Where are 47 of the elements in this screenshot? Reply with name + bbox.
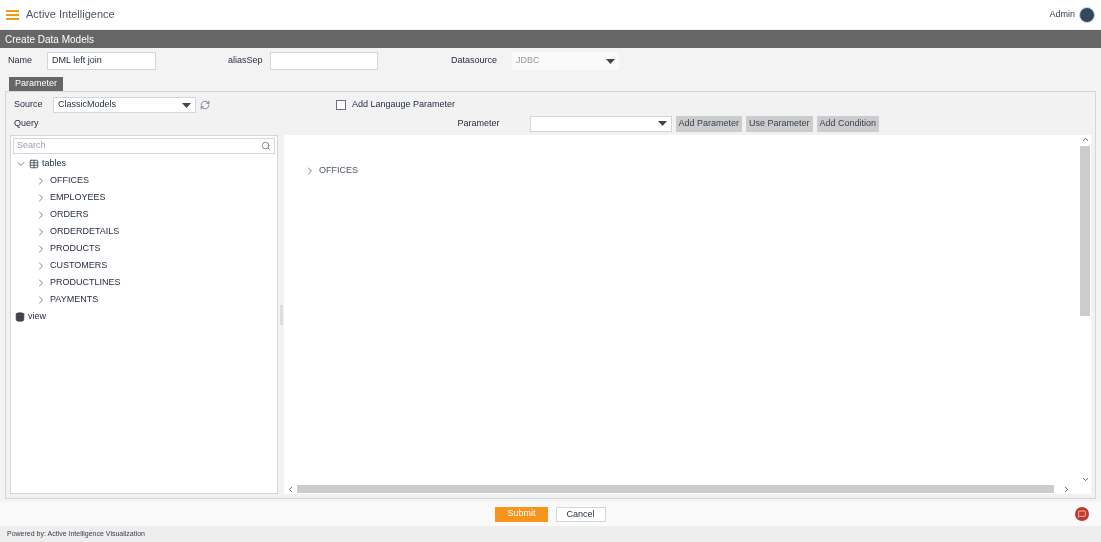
alias-label: aliasSep — [228, 54, 264, 68]
parameter-button[interactable]: Use Parameter — [746, 115, 813, 132]
canvas-table[interactable]: OFFICES — [319, 164, 358, 178]
tree-item[interactable]: PAYMENTS — [50, 292, 99, 307]
name-field[interactable]: DML left join — [47, 52, 156, 70]
language-checkbox[interactable] — [336, 100, 346, 110]
cancel-button[interactable]: Cancel — [555, 506, 606, 522]
tab[interactable]: Parameter — [9, 77, 64, 91]
parameter-button[interactable]: Add Parameter — [675, 115, 743, 132]
search-icon[interactable] — [261, 141, 271, 151]
tree-item[interactable]: EMPLOYEES — [50, 190, 106, 205]
user-name[interactable]: Admin — [1049, 7, 1075, 22]
table-icon — [29, 158, 39, 169]
page-title: Create Data Models — [5, 32, 94, 47]
caret-icon — [182, 102, 191, 108]
scroll-left-icon[interactable] — [286, 484, 295, 494]
tree-item[interactable]: PRODUCTS — [50, 241, 101, 256]
scroll-up-icon[interactable] — [1080, 135, 1090, 144]
source-label: Source — [13, 98, 44, 112]
caret-icon — [657, 121, 667, 126]
menu-icon[interactable] — [6, 9, 19, 20]
database-icon — [15, 311, 25, 322]
app-name: Active Intelligence — [26, 7, 115, 23]
scroll-right-icon[interactable] — [1062, 484, 1071, 494]
language-checkbox-label: Add Langauge Parameter — [352, 98, 456, 112]
resize-handle-icon[interactable] — [279, 304, 283, 325]
parameter-button[interactable]: Add Condition — [816, 115, 880, 132]
caret-icon — [606, 58, 615, 64]
user-avatar[interactable] — [1079, 6, 1095, 23]
tree-item[interactable]: ORDERDETAILS — [50, 224, 120, 239]
alias-field[interactable] — [270, 52, 378, 70]
tree-item[interactable]: ORDERS — [50, 207, 89, 222]
datasource-label: Datasource — [451, 54, 499, 68]
tree-item[interactable]: view — [28, 309, 46, 324]
tree-item[interactable]: OFFICES — [50, 173, 89, 188]
query-label: Query — [13, 116, 39, 130]
tree-item[interactable]: CUSTOMERS — [50, 258, 108, 273]
tree-item[interactable]: tables — [42, 156, 67, 171]
source-select[interactable]: ClassicModels — [53, 97, 196, 113]
scroll-down-icon[interactable] — [1080, 475, 1090, 484]
parameter-select[interactable] — [529, 115, 672, 132]
tree-item[interactable]: PRODUCTLINES — [50, 275, 121, 290]
parameter-label: Parameter — [457, 116, 501, 130]
chat-icon — [1078, 510, 1086, 518]
chat-button[interactable] — [1075, 507, 1089, 521]
refresh-icon[interactable] — [200, 100, 210, 110]
name-label: Name — [7, 54, 33, 68]
